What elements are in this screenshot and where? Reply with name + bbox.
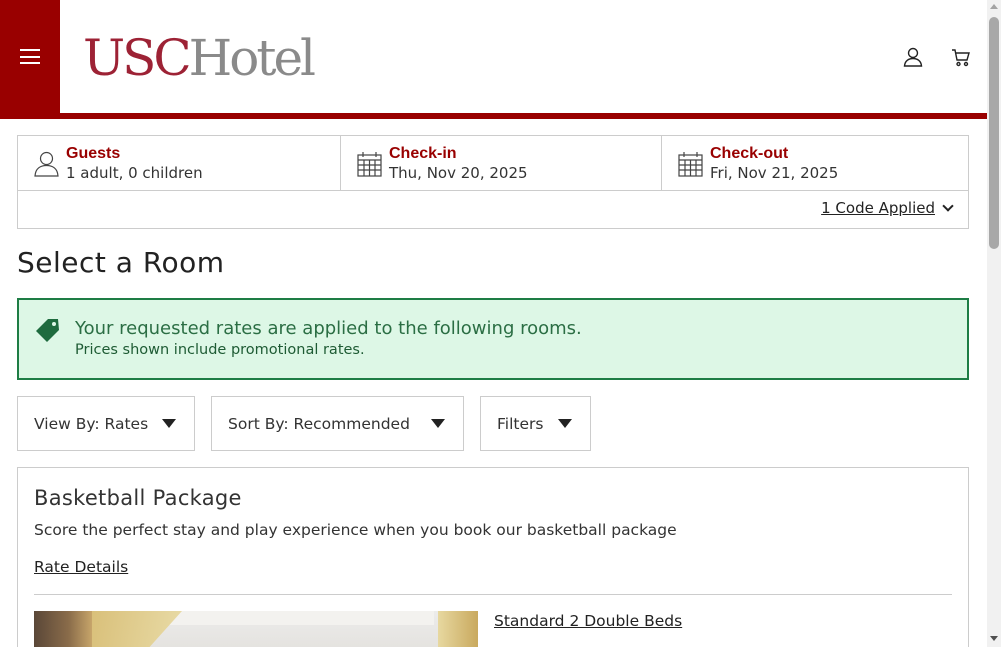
user-outline-icon	[34, 151, 59, 177]
guests-value: 1 adult, 0 children	[66, 164, 203, 182]
logo-usc: USC	[83, 29, 192, 87]
calendar-icon	[357, 152, 382, 177]
card-divider	[34, 594, 952, 595]
view-by-label: View By: Rates	[34, 414, 149, 433]
checkout-value: Fri, Nov 21, 2025	[710, 164, 839, 182]
checkout-label: Check-out	[710, 145, 789, 162]
promo-subtext: Prices shown include promotional rates.	[75, 342, 365, 358]
checkout-cell[interactable]: Check-out Fri, Nov 21, 2025	[662, 136, 968, 190]
sort-by-label: Sort By: Recommended	[228, 414, 410, 433]
logo[interactable]: USC Hotel	[83, 29, 316, 87]
filters-label: Filters	[497, 414, 544, 433]
page-title: Select a Room	[17, 246, 225, 279]
promo-message: Your requested rates are applied to the …	[75, 318, 582, 339]
scrollbar[interactable]	[987, 0, 1001, 647]
cart-icon[interactable]	[951, 48, 971, 67]
chevron-down-icon	[942, 199, 954, 212]
scroll-down-arrow-icon[interactable]	[990, 636, 998, 641]
scroll-thumb[interactable]	[989, 17, 999, 249]
logo-hotel: Hotel	[188, 29, 316, 87]
code-applied-label: 1 Code Applied	[821, 199, 935, 217]
package-card: Basketball Package Score the perfect sta…	[17, 467, 969, 647]
guests-cell[interactable]: Guests 1 adult, 0 children	[18, 136, 341, 190]
header-accent-bar	[0, 113, 987, 119]
tag-icon	[36, 319, 59, 342]
caret-down-icon	[558, 419, 572, 428]
site-header: USC Hotel	[0, 0, 987, 119]
hamburger-icon	[20, 49, 40, 64]
user-icon[interactable]	[903, 47, 923, 67]
summary-row: Guests 1 adult, 0 children Check-in Thu,…	[18, 136, 968, 191]
view-by-dropdown[interactable]: View By: Rates	[17, 396, 195, 451]
checkin-value: Thu, Nov 20, 2025	[389, 164, 528, 182]
room-image[interactable]	[34, 611, 478, 647]
scroll-up-arrow-icon[interactable]	[990, 4, 998, 9]
promo-alert: Your requested rates are applied to the …	[17, 298, 969, 380]
booking-summary: Guests 1 adult, 0 children Check-in Thu,…	[17, 135, 969, 229]
room-name-link[interactable]: Standard 2 Double Beds	[494, 612, 682, 630]
calendar-icon	[678, 152, 703, 177]
sort-by-dropdown[interactable]: Sort By: Recommended	[211, 396, 464, 451]
package-title: Basketball Package	[34, 486, 242, 510]
checkin-label: Check-in	[389, 145, 457, 162]
guests-label: Guests	[66, 145, 121, 162]
caret-down-icon	[162, 419, 176, 428]
caret-down-icon	[431, 419, 445, 428]
code-applied-link[interactable]: 1 Code Applied	[821, 199, 954, 217]
rate-details-link[interactable]: Rate Details	[34, 558, 128, 576]
menu-button[interactable]	[0, 0, 60, 113]
checkin-cell[interactable]: Check-in Thu, Nov 20, 2025	[341, 136, 662, 190]
package-description: Score the perfect stay and play experien…	[34, 521, 677, 539]
filters-dropdown[interactable]: Filters	[480, 396, 591, 451]
